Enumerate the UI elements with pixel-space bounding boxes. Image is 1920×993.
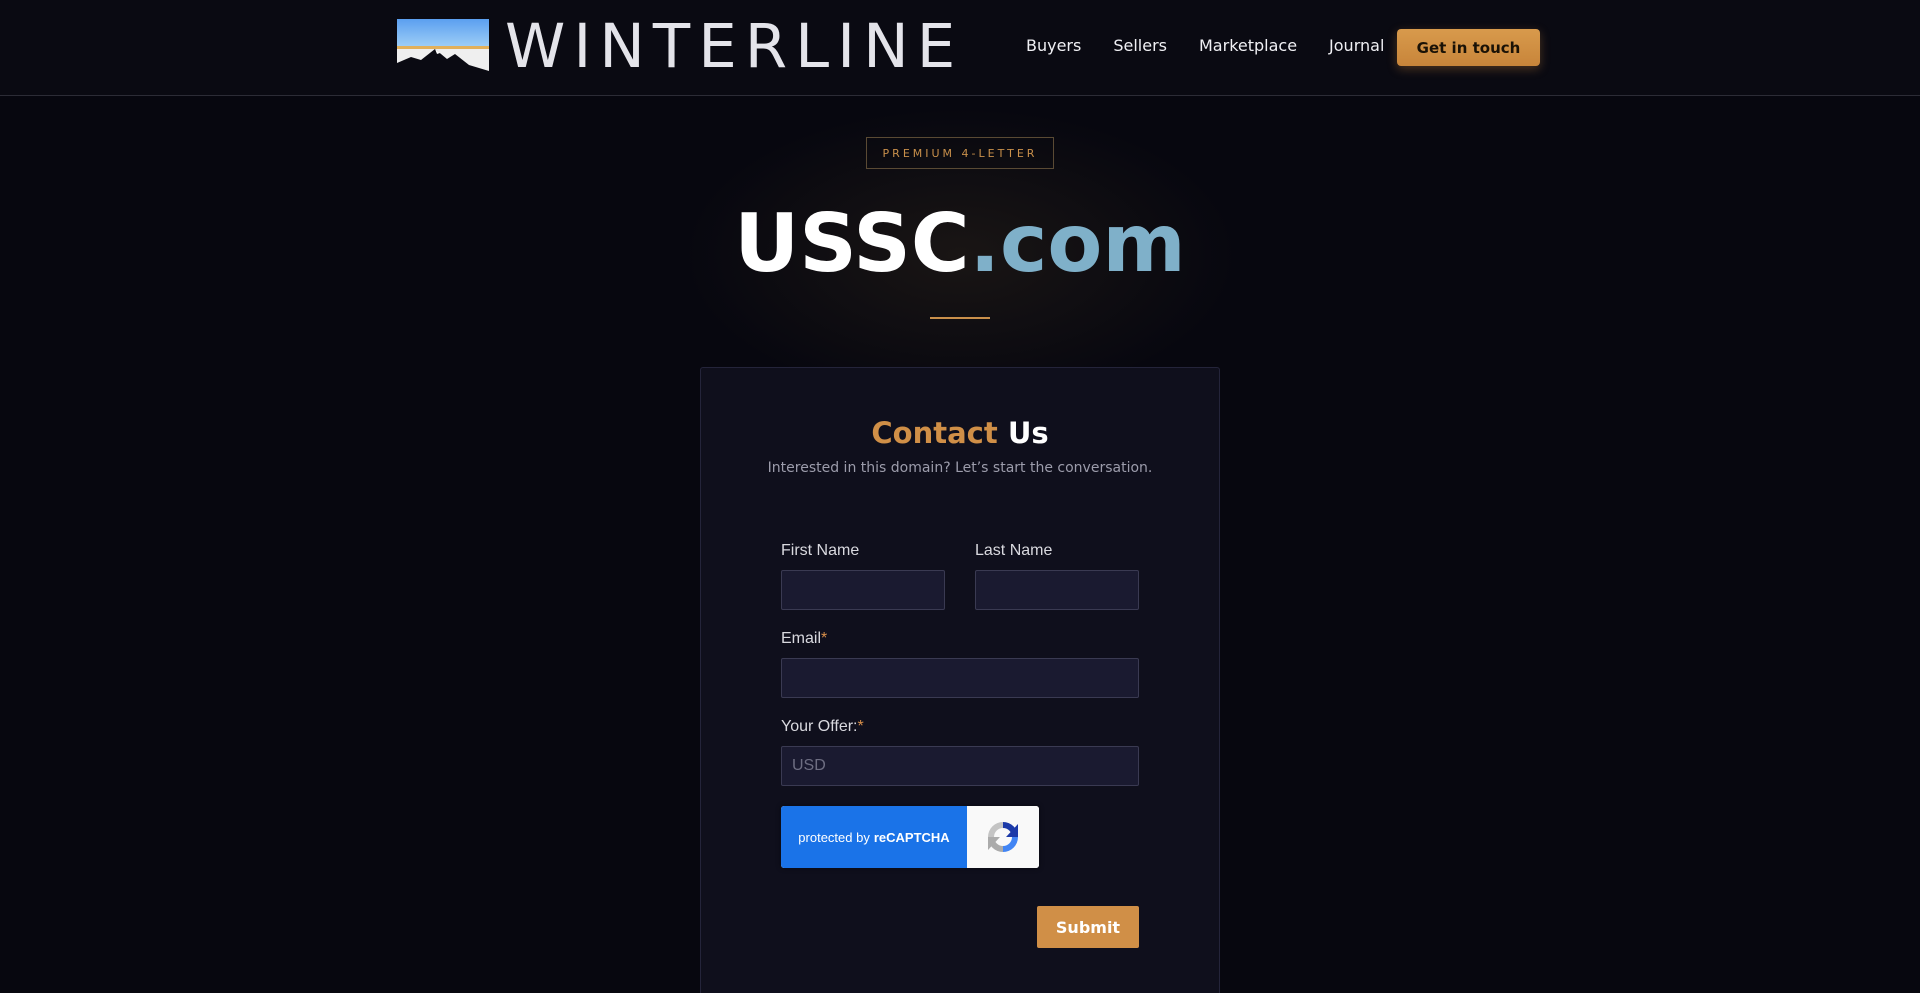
contact-title-accent: Contact bbox=[871, 416, 998, 450]
contact-subtitle: Interested in this domain? Let’s start t… bbox=[767, 460, 1153, 476]
last-name-field[interactable] bbox=[975, 570, 1139, 610]
offer-label: Your Offer: bbox=[781, 718, 858, 735]
contact-title-rest: Us bbox=[1007, 416, 1049, 450]
first-name-field[interactable] bbox=[781, 570, 945, 610]
mountain-sky-icon bbox=[397, 19, 489, 75]
recaptcha-prefix: protected by bbox=[798, 829, 870, 845]
offer-field[interactable] bbox=[781, 746, 1139, 786]
nav-marketplace[interactable]: Marketplace bbox=[1199, 36, 1297, 55]
hero-divider bbox=[930, 317, 990, 319]
recaptcha-brand: reCAPTCHA bbox=[873, 829, 950, 845]
email-label: Email bbox=[781, 630, 822, 647]
contact-form-card: Contact Us Interested in this domain? Le… bbox=[700, 367, 1220, 993]
get-in-touch-button[interactable]: Get in touch bbox=[1397, 29, 1540, 66]
contact-title: Contact Us bbox=[701, 416, 1219, 450]
nav-journal[interactable]: Journal bbox=[1329, 36, 1384, 55]
offer-required-mark: * bbox=[857, 718, 864, 735]
domain-tld: .com bbox=[969, 197, 1186, 290]
recaptcha-widget[interactable]: protected by reCAPTCHA bbox=[781, 806, 1039, 868]
first-name-label: First Name bbox=[781, 542, 860, 559]
recaptcha-logo-box bbox=[967, 806, 1039, 868]
email-label-group: Email* bbox=[781, 630, 827, 648]
nav-buyers[interactable]: Buyers bbox=[1026, 36, 1081, 55]
site-header: WINTERLINE Buyers Sellers Marketplace Jo… bbox=[0, 0, 1920, 96]
domain-title: USSC.com bbox=[0, 194, 1920, 294]
submit-button[interactable]: Submit bbox=[1037, 906, 1139, 948]
recaptcha-icon bbox=[988, 822, 1018, 852]
last-name-label: Last Name bbox=[975, 542, 1053, 559]
premium-badge: PREMIUM 4-LETTER bbox=[866, 137, 1054, 169]
logo-wordmark: WINTERLINE bbox=[505, 11, 964, 82]
email-required-mark: * bbox=[821, 630, 828, 647]
offer-label-group: Your Offer:* bbox=[781, 718, 864, 736]
site-logo[interactable]: WINTERLINE bbox=[397, 11, 964, 82]
main-nav: Buyers Sellers Marketplace Journal bbox=[1026, 36, 1416, 55]
domain-name: USSC bbox=[734, 197, 970, 290]
recaptcha-label: protected by reCAPTCHA bbox=[781, 806, 967, 868]
email-field[interactable] bbox=[781, 658, 1139, 698]
nav-sellers[interactable]: Sellers bbox=[1113, 36, 1167, 55]
